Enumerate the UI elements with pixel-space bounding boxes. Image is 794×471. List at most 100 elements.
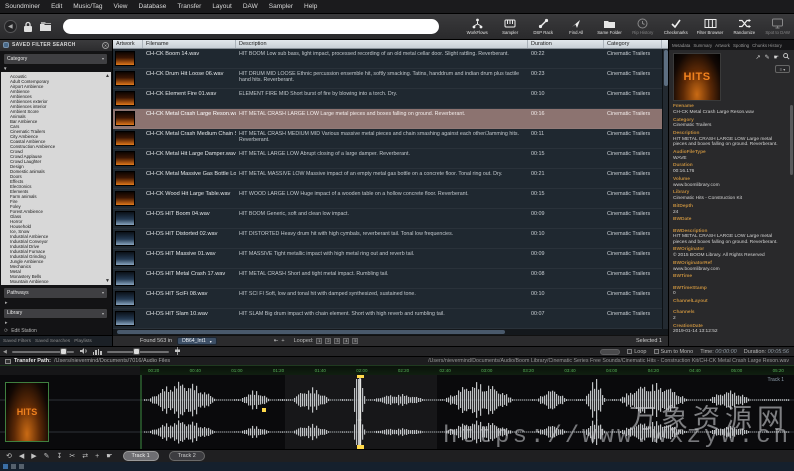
table-row[interactable]: CH-DS HIT SciFi 08.wav HIT SCI FI Soft, … bbox=[113, 289, 668, 309]
menu-item[interactable]: DAW bbox=[243, 3, 258, 10]
column-category[interactable]: Category bbox=[604, 40, 662, 48]
album-artwork[interactable]: HITS bbox=[673, 53, 721, 101]
database-dropdown[interactable]: DB64_Int1 ▾ bbox=[177, 337, 217, 345]
play-icon[interactable]: ▶ bbox=[31, 453, 36, 460]
loop-slot-5[interactable]: 5 bbox=[352, 338, 358, 344]
add-icon[interactable]: + bbox=[281, 338, 284, 344]
loop-toggle[interactable]: Loop bbox=[627, 349, 646, 355]
volume-slider[interactable] bbox=[107, 351, 169, 353]
back-button[interactable]: ◀ bbox=[4, 20, 17, 33]
hand-icon[interactable]: ☛ bbox=[774, 54, 779, 61]
close-icon[interactable]: ✕ bbox=[102, 42, 109, 49]
menu-item[interactable]: Music/Tag bbox=[73, 3, 102, 10]
checkmarks-button[interactable]: Checkmarks bbox=[664, 18, 688, 35]
magnifier-icon[interactable] bbox=[783, 53, 790, 62]
trim-icon[interactable]: ⇤ bbox=[274, 338, 279, 344]
table-row[interactable]: CH-CK Wood Hit Large Table.wav HIT WOOD … bbox=[113, 189, 668, 209]
category-dropdown[interactable]: Category ▾ bbox=[3, 53, 108, 65]
table-row[interactable]: CH-CK Metal Hit Large Damper.wav HIT MET… bbox=[113, 149, 668, 169]
table-row[interactable]: CH-DS HIT Slam 10.wav HIT SLAM Big drum … bbox=[113, 309, 668, 329]
menu-item[interactable]: Sampler bbox=[269, 3, 293, 10]
workflows-button[interactable]: WorkFlows bbox=[465, 18, 489, 35]
table-row[interactable]: CH-CK Drum Hit Loose 06.wav HIT DRUM MID… bbox=[113, 69, 668, 89]
track-1-button[interactable]: Track 1 bbox=[123, 451, 159, 461]
filter-browser-button[interactable]: Filter Browser bbox=[697, 18, 724, 35]
table-row[interactable]: CH-CK Metal Crash Medium Chain Smash.wav… bbox=[113, 129, 668, 149]
swap-icon[interactable]: ⇄ bbox=[82, 453, 88, 460]
metadata-tab[interactable]: Metadata bbox=[672, 43, 690, 48]
scrollbar-thumb[interactable] bbox=[664, 50, 668, 86]
cut-icon[interactable]: ✂ bbox=[69, 453, 75, 460]
sidebar-tab[interactable]: Saved Filters bbox=[3, 339, 31, 344]
menu-item[interactable]: View bbox=[114, 3, 128, 10]
vertical-scrollbar[interactable] bbox=[662, 49, 668, 329]
table-row[interactable]: CH-DS HIT Boom 04.wav HIT BOOM Generic, … bbox=[113, 209, 668, 229]
find-all-button[interactable]: Find All bbox=[564, 18, 588, 35]
table-row[interactable]: CH-DS HIT Metal Crash 17.wav HIT METAL C… bbox=[113, 269, 668, 289]
sum-to-mono-toggle[interactable]: Sum to Mono bbox=[654, 349, 694, 355]
table-row[interactable]: CH-CK Boom 14.wav HIT BOOM Low sub bass,… bbox=[113, 49, 668, 69]
filter-icon[interactable]: ▼ bbox=[0, 66, 112, 73]
rewind-icon[interactable]: ◀ bbox=[19, 453, 24, 460]
metadata-tab[interactable]: Summary bbox=[693, 43, 712, 48]
table-row[interactable]: CH-CK Metal Massive Gas Bottle Low.wav H… bbox=[113, 169, 668, 189]
scrollbar-thumb[interactable] bbox=[117, 330, 505, 334]
spot-to-daw-button[interactable]: Spot to DAW bbox=[765, 18, 790, 35]
loop-mode-icon[interactable]: ⟲ bbox=[6, 453, 12, 460]
table-row[interactable]: CH-CK Element Fire 01.wav ELEMENT FIRE M… bbox=[113, 89, 668, 109]
menu-item[interactable]: Transfer bbox=[177, 3, 201, 10]
add-icon[interactable]: + bbox=[95, 453, 99, 460]
randomize-button[interactable]: Randomize bbox=[732, 18, 756, 35]
transfer-path-value[interactable]: /Users/nievermind/Documents/7016/Audio F… bbox=[54, 358, 170, 364]
library-dropdown[interactable]: Library ▾ bbox=[3, 308, 108, 320]
slider-knob[interactable] bbox=[60, 348, 67, 355]
metadata-tab[interactable]: Spotting bbox=[733, 43, 749, 48]
loop-slot-4[interactable]: 4 bbox=[343, 338, 349, 344]
panel-icon[interactable] bbox=[11, 464, 16, 469]
menu-item[interactable]: Soundminer bbox=[5, 3, 40, 10]
lock-icon[interactable] bbox=[23, 21, 33, 33]
loop-slot-2[interactable]: 2 bbox=[325, 338, 331, 344]
export-icon[interactable]: ↗ bbox=[756, 54, 761, 61]
edit-pencil-icon[interactable]: ✎ bbox=[44, 453, 50, 460]
time-ruler[interactable]: 00:2000:4001:0001:2001:4002:0002:2002:40… bbox=[0, 365, 794, 375]
pathways-dropdown[interactable]: Pathways ▾ bbox=[3, 287, 108, 299]
scroll-down-icon[interactable]: ▼ bbox=[105, 278, 110, 284]
metadata-tab[interactable]: Artwork bbox=[715, 43, 730, 48]
loop-slot-1[interactable]: 1 bbox=[316, 338, 322, 344]
folder-icon[interactable] bbox=[39, 21, 53, 32]
column-artwork[interactable]: Artwork bbox=[113, 40, 143, 48]
column-duration[interactable]: Duration bbox=[528, 40, 604, 48]
dsp-rack-button[interactable]: DSP Rack bbox=[531, 18, 555, 35]
insert-icon[interactable]: ↧ bbox=[57, 453, 63, 460]
gear-icon[interactable] bbox=[3, 42, 9, 48]
grid-icon[interactable] bbox=[3, 464, 8, 469]
menu-item[interactable]: Database bbox=[139, 3, 167, 10]
pan-slider[interactable] bbox=[12, 351, 74, 353]
collapse-icon[interactable]: ◀ bbox=[3, 349, 7, 355]
panel-icon[interactable] bbox=[19, 464, 24, 469]
menu-item[interactable]: Layout bbox=[212, 3, 232, 10]
speaker-icon[interactable] bbox=[79, 347, 88, 357]
hand-icon[interactable]: ☛ bbox=[106, 453, 112, 460]
loop-slot-3[interactable]: 3 bbox=[334, 338, 340, 344]
same-folder-button[interactable]: Same Folder bbox=[597, 18, 622, 35]
expand-arrow-icon[interactable]: ▸ bbox=[0, 300, 112, 306]
panel-scrollbar[interactable] bbox=[790, 105, 793, 175]
column-description[interactable]: Description bbox=[236, 40, 528, 48]
sidebar-tab[interactable]: Saved Searches bbox=[35, 339, 70, 344]
album-artwork-thumbnail[interactable]: HITS bbox=[5, 382, 49, 442]
table-row[interactable]: CH-CK Metal Crash Large Reson.wav HIT ME… bbox=[113, 109, 668, 129]
menu-item[interactable]: Help bbox=[304, 3, 317, 10]
table-row[interactable]: CH-DS HIT Distorted 02.wav HIT DISTORTED… bbox=[113, 229, 668, 249]
fader-icon[interactable] bbox=[174, 347, 181, 357]
edit-icon[interactable]: ✎ bbox=[765, 54, 770, 61]
column-filename[interactable]: Filename bbox=[143, 40, 236, 48]
rip-history-button[interactable]: Rip History bbox=[631, 18, 655, 35]
menu-item[interactable]: Edit bbox=[51, 3, 62, 10]
metadata-tab[interactable]: Chunks History bbox=[752, 43, 782, 48]
edit-station-button[interactable]: ⟳ Edit Station bbox=[0, 326, 112, 335]
sidebar-tab[interactable]: Playlists bbox=[74, 339, 92, 344]
folder-small-icon[interactable] bbox=[5, 359, 11, 364]
sampler-button[interactable]: Sampler bbox=[498, 18, 522, 35]
